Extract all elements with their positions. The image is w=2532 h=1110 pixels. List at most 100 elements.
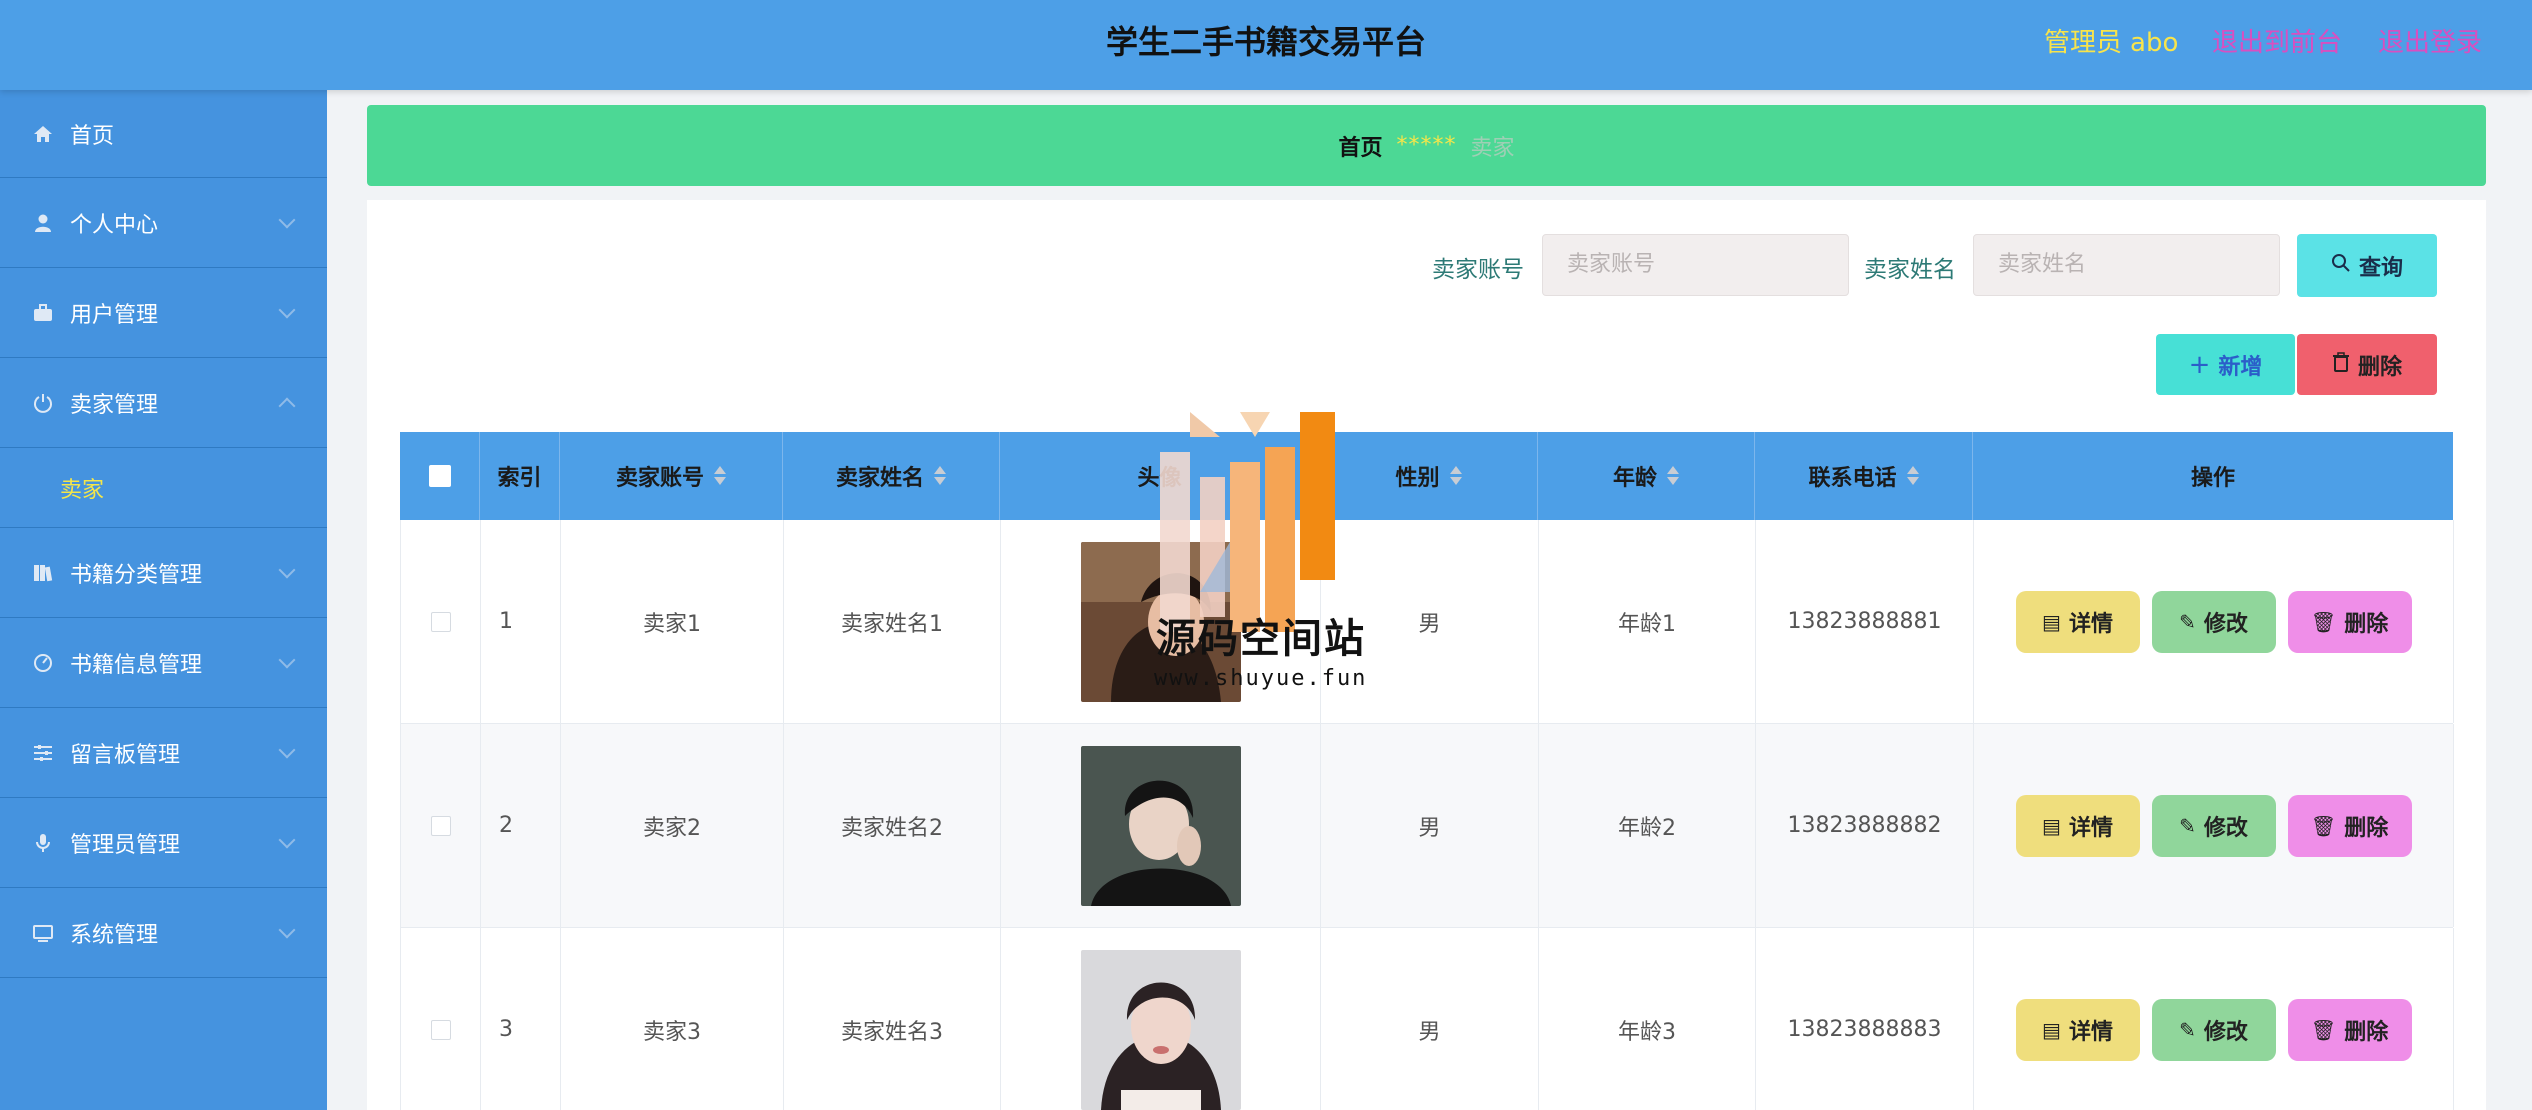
plus-icon: + bbox=[2188, 349, 2211, 380]
row-checkbox[interactable] bbox=[430, 611, 451, 632]
edit-button[interactable]: ✎ 修改 bbox=[2151, 590, 2276, 653]
sidebar-item-user-management[interactable]: 用户管理 bbox=[0, 268, 327, 358]
select-all-checkbox[interactable] bbox=[428, 465, 451, 487]
delete-button[interactable]: 🗑 删除 bbox=[2287, 590, 2412, 653]
search-icon bbox=[2331, 253, 2351, 279]
row-checkbox[interactable] bbox=[430, 1019, 451, 1040]
edit-label: 修改 bbox=[2203, 611, 2248, 637]
sort-icon[interactable] bbox=[1449, 465, 1462, 487]
trash-icon bbox=[2332, 351, 2350, 378]
cell-account: 卖家2 bbox=[561, 724, 784, 927]
column-age-label: 年龄 bbox=[1612, 466, 1657, 491]
cell-index: 2 bbox=[481, 724, 561, 927]
sidebar-item-book-category[interactable]: 书籍分类管理 bbox=[0, 528, 327, 618]
chevron-down-icon bbox=[278, 741, 296, 759]
sidebar-item-admin-management[interactable]: 管理员管理 bbox=[0, 798, 327, 888]
detail-label: 详情 bbox=[2068, 815, 2113, 841]
watermark-text: 源码空间站 bbox=[1156, 616, 1366, 662]
table-row: 1 卖家1 卖家姓名1 男 年龄1 13823888881 ▤ 详情 ✎ 修改 🗑 删… bbox=[400, 520, 2454, 724]
column-header[interactable]: 卖家账号 bbox=[560, 432, 783, 520]
sidebar-item-personal-center[interactable]: 个人中心 bbox=[0, 178, 327, 268]
dashboard-icon bbox=[32, 652, 54, 674]
cell-actions: ▤ 详情 ✎ 修改 🗑 删除 bbox=[1974, 520, 2454, 723]
detail-button[interactable]: ▤ 详情 bbox=[2015, 794, 2140, 857]
column-header[interactable]: 年龄 bbox=[1538, 432, 1755, 520]
sidebar-item-system-management[interactable]: 系统管理 bbox=[0, 888, 327, 978]
chevron-up-icon bbox=[278, 397, 296, 415]
sidebar-item-label: 个人中心 bbox=[70, 212, 159, 238]
sidebar-item-label: 系统管理 bbox=[70, 922, 159, 948]
trash-icon: 🗑 bbox=[2310, 813, 2337, 838]
books-icon bbox=[32, 562, 54, 584]
document-icon: ▤ bbox=[2042, 609, 2061, 634]
column-account-label: 卖家账号 bbox=[615, 466, 704, 491]
pencil-icon: ✎ bbox=[2179, 609, 2196, 634]
seller-account-input[interactable]: 卖家账号 bbox=[1542, 234, 1849, 296]
cell-age: 年龄2 bbox=[1539, 724, 1756, 927]
row-checkbox[interactable] bbox=[430, 815, 451, 836]
query-button[interactable]: 查询 bbox=[2297, 234, 2437, 297]
watermark-url: www.shuyue.fun bbox=[1154, 666, 1368, 691]
microphone-icon bbox=[32, 832, 54, 854]
seller-name-input[interactable]: 卖家姓名 bbox=[1973, 234, 2280, 296]
logout-link[interactable]: 退出登录 bbox=[2378, 22, 2482, 59]
avatar bbox=[1080, 745, 1241, 906]
column-avatar-label: 头像 bbox=[1137, 466, 1182, 491]
edit-button[interactable]: ✎ 修改 bbox=[2151, 998, 2276, 1061]
batch-delete-button[interactable]: 删除 bbox=[2297, 334, 2437, 395]
column-header[interactable]: 联系电话 bbox=[1755, 432, 1973, 520]
admin-label: 管理员 abo bbox=[2044, 22, 2178, 59]
sort-icon[interactable] bbox=[934, 465, 946, 487]
cell-gender: 男 bbox=[1321, 928, 1539, 1110]
sidebar-item-label: 用户管理 bbox=[70, 302, 159, 328]
breadcrumb: 首页 ***** 卖家 bbox=[367, 105, 2486, 186]
seller-name-label: 卖家姓名 bbox=[1864, 257, 1956, 283]
column-index-label: 索引 bbox=[497, 466, 542, 491]
cell-account: 卖家3 bbox=[561, 928, 784, 1110]
sidebar-item-label: 留言板管理 bbox=[70, 742, 181, 768]
sort-icon[interactable] bbox=[714, 465, 726, 487]
cell-avatar bbox=[1001, 724, 1321, 927]
briefcase-icon bbox=[32, 302, 54, 324]
chevron-down-icon bbox=[278, 211, 296, 229]
exit-to-front-link[interactable]: 退出到前台 bbox=[2212, 22, 2342, 59]
sort-icon[interactable] bbox=[1667, 465, 1679, 487]
document-icon: ▤ bbox=[2042, 1017, 2061, 1042]
delete-button[interactable]: 🗑 删除 bbox=[2287, 794, 2412, 857]
detail-button[interactable]: ▤ 详情 bbox=[2015, 590, 2140, 653]
cell-index: 1 bbox=[481, 520, 561, 723]
sort-icon[interactable] bbox=[1906, 465, 1919, 487]
chevron-down-icon bbox=[278, 301, 296, 319]
sidebar-item-message-board[interactable]: 留言板管理 bbox=[0, 708, 327, 798]
column-header[interactable]: 性别 bbox=[1320, 432, 1538, 520]
sidebar-item-seller-management[interactable]: 卖家管理 bbox=[0, 358, 327, 448]
edit-label: 修改 bbox=[2203, 1019, 2248, 1045]
detail-button[interactable]: ▤ 详情 bbox=[2015, 998, 2140, 1061]
table-row: 2 卖家2 卖家姓名2 男 年龄2 13823888882 ▤ 详情 ✎ 修改 🗑 删… bbox=[400, 724, 2454, 928]
delete-button[interactable]: 🗑 删除 bbox=[2287, 998, 2412, 1061]
row-select-cell bbox=[401, 928, 481, 1110]
sidebar-item-book-info[interactable]: 书籍信息管理 bbox=[0, 618, 327, 708]
column-header: 头像 bbox=[1000, 432, 1320, 520]
chevron-down-icon bbox=[278, 831, 296, 849]
column-header: 操作 bbox=[1973, 432, 2453, 520]
add-button-label: 新增 bbox=[2218, 354, 2263, 380]
sidebar-item-label: 首页 bbox=[70, 123, 115, 149]
column-actions-label: 操作 bbox=[2190, 466, 2235, 491]
add-button[interactable]: + 新增 bbox=[2156, 334, 2295, 395]
document-icon: ▤ bbox=[2042, 813, 2061, 838]
column-header[interactable]: 卖家姓名 bbox=[783, 432, 1000, 520]
sidebar-subitem-seller[interactable]: 卖家 bbox=[0, 448, 327, 528]
edit-button[interactable]: ✎ 修改 bbox=[2151, 794, 2276, 857]
cell-name: 卖家姓名3 bbox=[784, 928, 1001, 1110]
trash-icon: 🗑 bbox=[2310, 1017, 2337, 1042]
breadcrumb-home[interactable]: 首页 bbox=[1338, 130, 1382, 162]
cell-phone: 13823888881 bbox=[1756, 520, 1974, 723]
sidebar-item-home[interactable]: 首页 bbox=[0, 90, 327, 178]
sidebar-item-label: 卖家管理 bbox=[70, 392, 159, 418]
delete-button-label: 删除 bbox=[2357, 354, 2402, 380]
delete-label: 删除 bbox=[2344, 611, 2389, 637]
column-name-label: 卖家姓名 bbox=[835, 466, 924, 491]
chevron-down-icon bbox=[278, 561, 296, 579]
breadcrumb-current: 卖家 bbox=[1470, 135, 1515, 161]
